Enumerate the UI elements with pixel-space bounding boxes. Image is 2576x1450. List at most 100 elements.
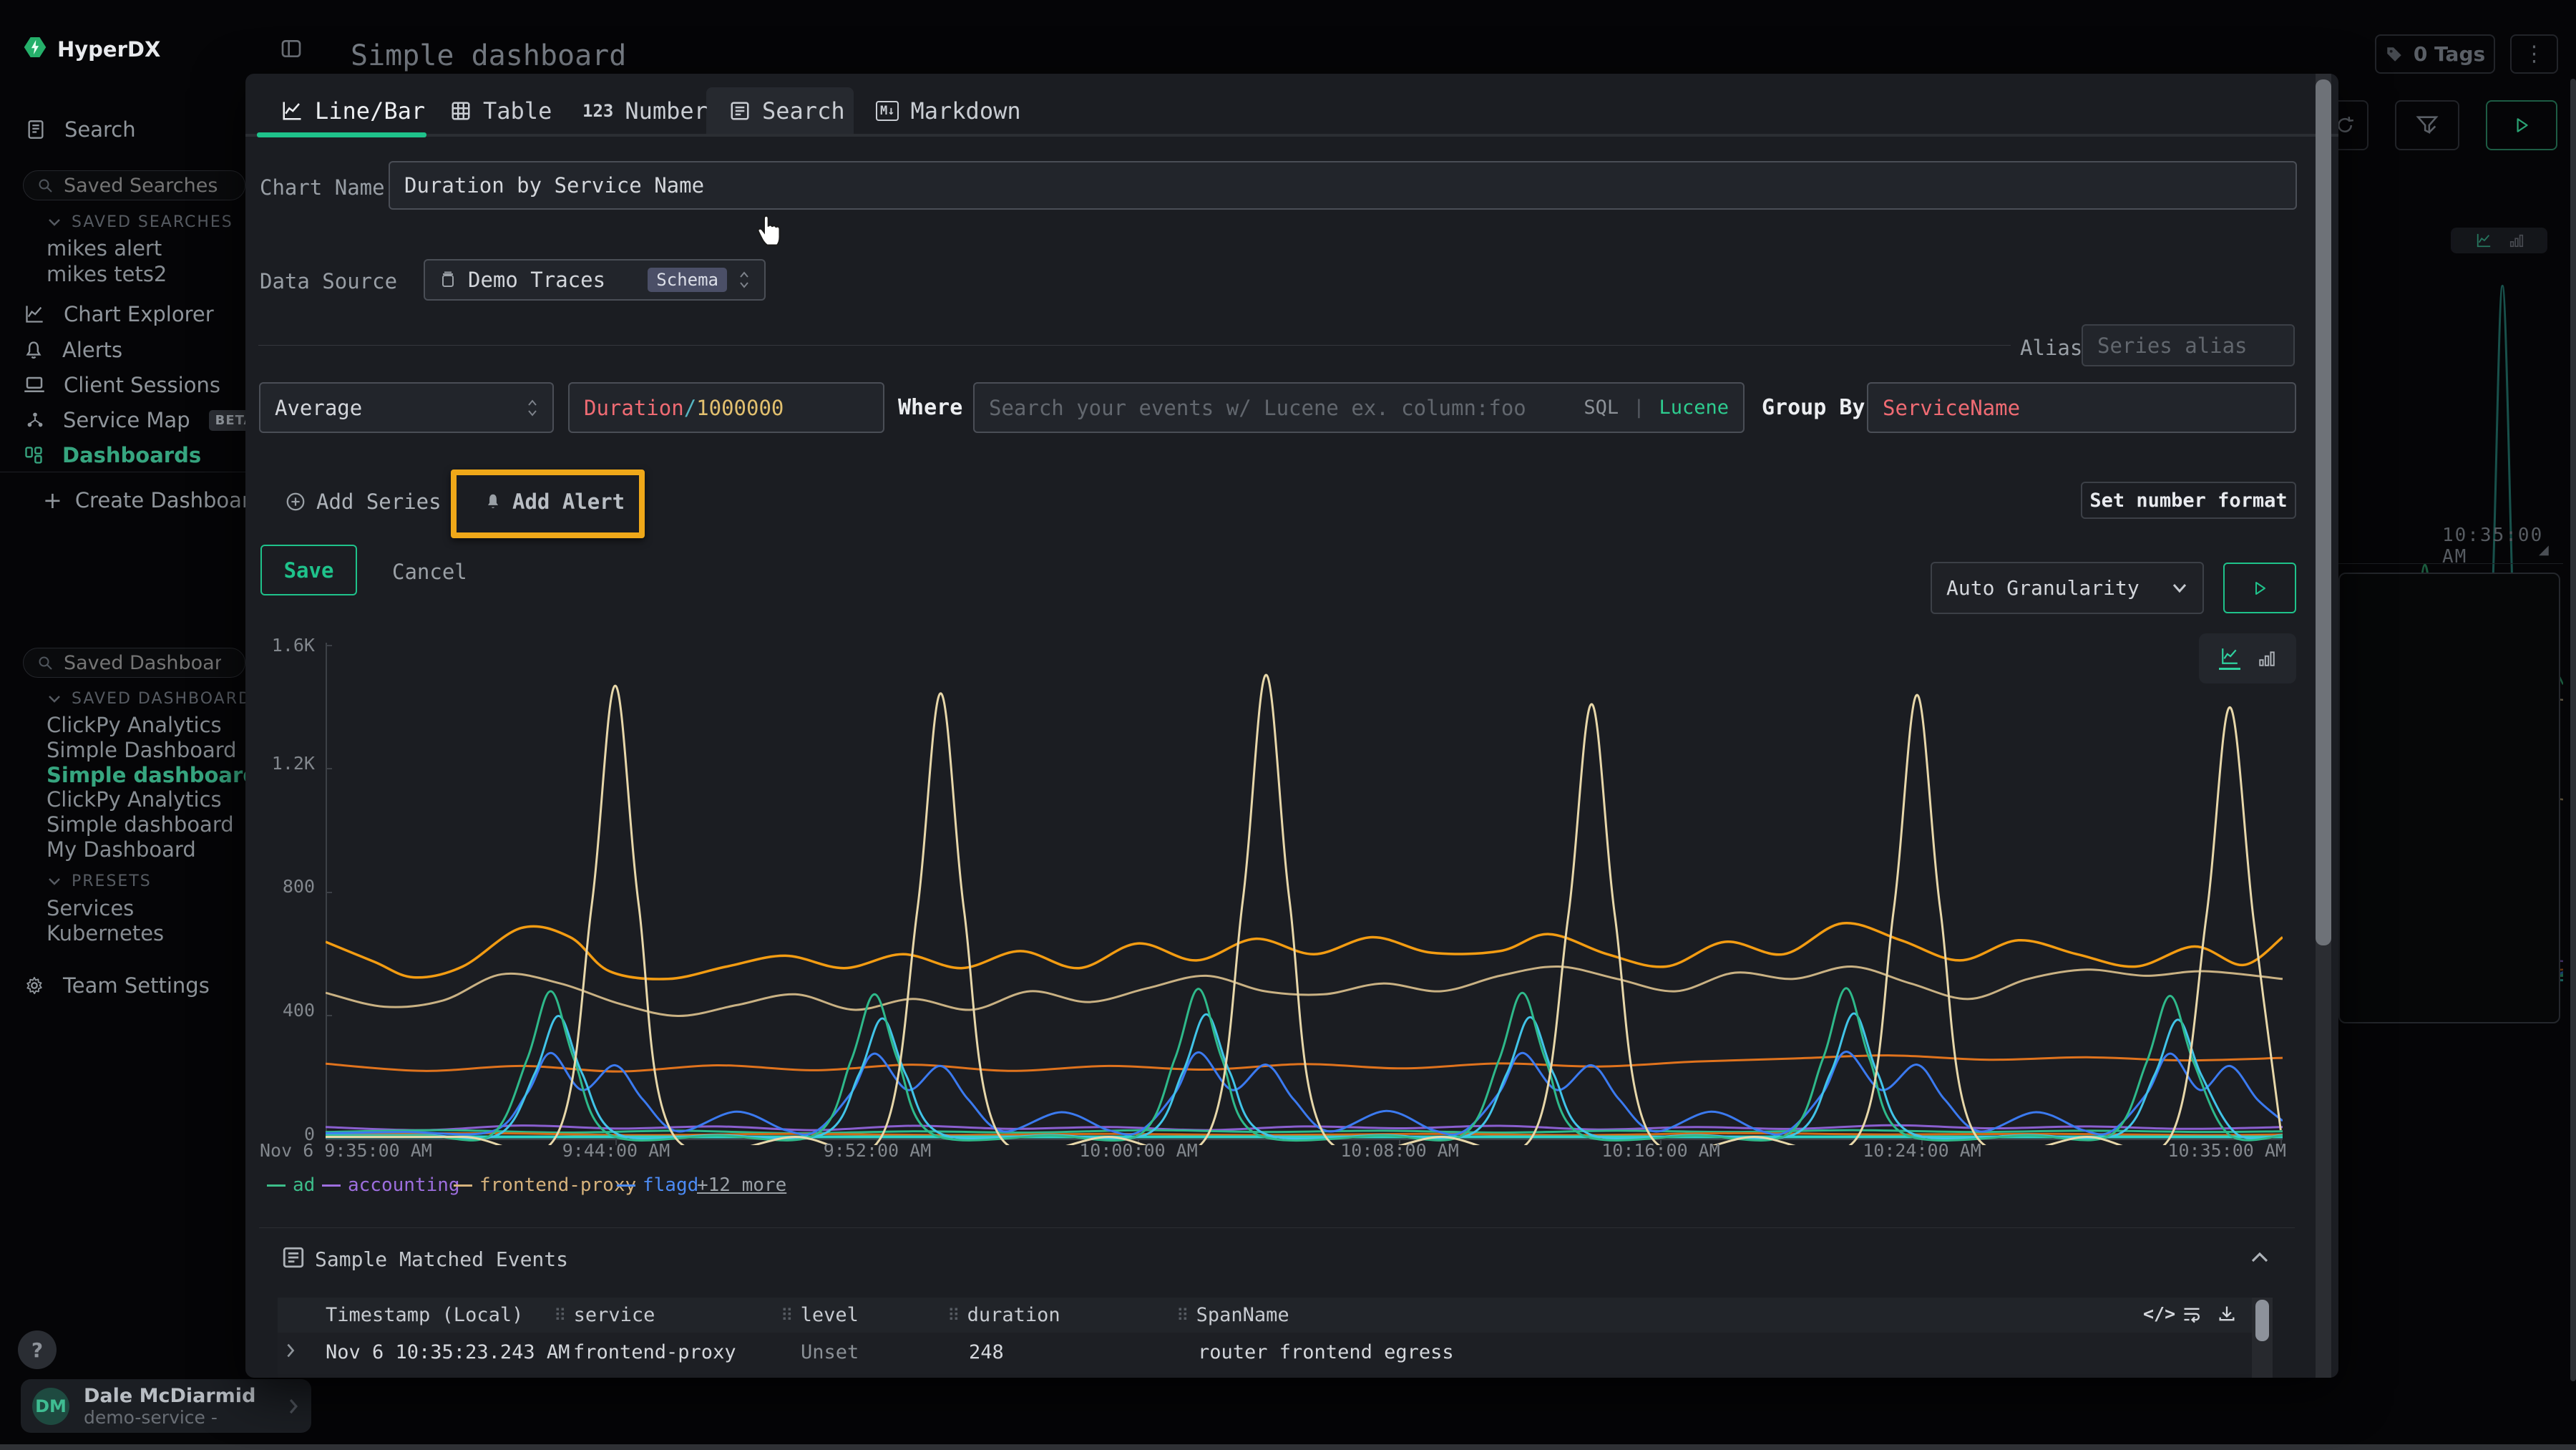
preset-item[interactable]: Services (47, 896, 134, 920)
dashboard-item[interactable]: ClickPy Analytics (47, 787, 222, 812)
add-alert-button[interactable]: Add Alert (484, 490, 625, 514)
saved-searches-header[interactable]: SAVED SEARCHES (47, 213, 233, 231)
saved-searches-input[interactable] (64, 175, 221, 197)
panel-resize-handle[interactable]: ◢ (2539, 542, 2549, 558)
legend-more-link[interactable]: +12 more (697, 1174, 786, 1196)
filter-button[interactable] (2395, 100, 2459, 150)
wrap-text-icon[interactable] (2181, 1305, 2202, 1325)
dashboard-item-active[interactable]: Simple dashboard (47, 763, 258, 787)
sql-toggle[interactable]: SQL (1584, 396, 1619, 419)
field-expression-input[interactable]: Duration/1000000 (568, 382, 884, 433)
user-panel[interactable]: DM Dale McDiarmid demo-service - (21, 1379, 311, 1433)
alias-input[interactable] (2097, 334, 2279, 358)
search-icon (36, 654, 54, 671)
more-button[interactable]: ⋮ (2510, 34, 2558, 74)
chart-name-label: Chart Name (260, 175, 385, 200)
cancel-button[interactable]: Cancel (392, 560, 467, 584)
collapse-section-icon[interactable] (2249, 1250, 2270, 1265)
col-level[interactable]: ⠿ level (781, 1304, 859, 1326)
run-chart-button[interactable] (2223, 563, 2296, 613)
sidebar-item-client-sessions[interactable]: Client Sessions (24, 373, 220, 397)
set-number-format-button[interactable]: Set number format (2081, 482, 2296, 519)
alias-input-box (2082, 324, 2295, 366)
drag-handle-icon[interactable]: ⠿ (554, 1305, 567, 1325)
col-spanname[interactable]: ⠿ SpanName (1176, 1304, 1289, 1326)
sidebar-item-label: Service Map (63, 408, 190, 432)
saved-dashboards-header[interactable]: SAVED DASHBOARDS (47, 690, 263, 708)
modal-scrollbar-thumb[interactable] (2316, 79, 2331, 945)
tab-markdown[interactable]: M↓ Markdown (876, 97, 1021, 125)
code-view-icon[interactable]: </> (2143, 1303, 2175, 1324)
data-source-select[interactable]: Demo Traces Schema (424, 259, 766, 301)
tags-button[interactable]: 0 Tags (2375, 34, 2495, 74)
sidebar-item-label: Team Settings (63, 973, 210, 998)
saved-searches-search[interactable] (23, 170, 245, 200)
saved-search-item[interactable]: mikes tets2 (47, 262, 167, 286)
database-icon (439, 271, 457, 289)
page-scrollbar[interactable] (2570, 79, 2576, 1381)
events-table-scrollbar-thumb[interactable] (2255, 1300, 2269, 1341)
preview-chart-toggle[interactable] (2451, 228, 2547, 253)
sidebar-item-label: Dashboards (62, 443, 201, 467)
number-123-icon: 123 (582, 101, 613, 121)
sidebar-item-team-settings[interactable]: Team Settings (24, 973, 210, 998)
sidebar-item-label: Alerts (62, 338, 122, 362)
sidebar-collapse-icon[interactable] (279, 37, 303, 60)
col-duration[interactable]: ⠿ duration (947, 1304, 1060, 1326)
dashboard-item[interactable]: Simple dashboard (47, 812, 234, 837)
preset-item[interactable]: Kubernetes (47, 921, 164, 945)
legend-item-flagd[interactable]: flagd (617, 1174, 698, 1196)
field-numerator: Duration (584, 396, 684, 420)
save-button[interactable]: Save (260, 545, 357, 595)
legend-item-frontend-proxy[interactable]: frontend-proxy (454, 1174, 636, 1196)
help-button[interactable]: ? (18, 1330, 57, 1369)
group-by-input[interactable]: ServiceName (1867, 382, 2296, 433)
sidebar-item-service-map[interactable]: Service Map BETA (26, 408, 260, 432)
save-label: Save (284, 558, 334, 583)
laptop-icon (24, 376, 45, 394)
drag-handle-icon[interactable]: ⠿ (1176, 1305, 1189, 1325)
tab-search[interactable]: Search (729, 97, 845, 125)
preview-x-label: 10:35:00 AM (2442, 525, 2576, 568)
sidebar-item-alerts[interactable]: Alerts (24, 338, 122, 362)
saved-search-item[interactable]: mikes alert (47, 236, 162, 261)
sidebar-item-search[interactable]: Search (26, 117, 136, 142)
granularity-select[interactable]: Auto Granularity (1931, 562, 2204, 614)
chevron-down-icon (47, 694, 62, 704)
y-tick-1200: 1.2K (263, 753, 315, 774)
run-query-button-bg[interactable] (2486, 100, 2557, 150)
user-org: demo-service - (84, 1407, 273, 1428)
legend-item-ad[interactable]: ad (267, 1174, 315, 1196)
x-tick: 10:35:00 AM (2167, 1140, 2286, 1161)
col-timestamp[interactable]: Timestamp (Local) (326, 1304, 523, 1326)
page-title[interactable]: Simple dashboard (351, 39, 626, 72)
create-dashboard-button[interactable]: + Create Dashboard (43, 487, 263, 514)
drag-handle-icon[interactable]: ⠿ (781, 1305, 794, 1325)
lucene-toggle[interactable]: Lucene (1659, 396, 1729, 419)
drag-handle-icon[interactable]: ⠿ (947, 1305, 960, 1325)
section-label: SAVED DASHBOARDS (72, 690, 263, 708)
download-icon[interactable] (2217, 1304, 2237, 1324)
col-service[interactable]: ⠿ service (554, 1304, 655, 1326)
tab-number[interactable]: 123 Number (582, 97, 708, 125)
tab-line-bar[interactable]: Line/Bar (280, 97, 425, 125)
aggregation-value: Average (275, 396, 527, 420)
duration-chart (326, 637, 2283, 1145)
sidebar-item-chart-explorer[interactable]: Chart Explorer (24, 302, 214, 326)
legend-item-accounting[interactable]: accounting (322, 1174, 460, 1196)
saved-dashboards-search[interactable] (23, 648, 245, 678)
saved-dashboards-input[interactable] (64, 652, 221, 674)
aggregation-select[interactable]: Average (259, 382, 554, 433)
sidebar-item-dashboards[interactable]: Dashboards (24, 443, 201, 467)
where-input[interactable] (989, 396, 1569, 420)
add-series-button[interactable]: Add Series (285, 490, 441, 514)
chart-name-input[interactable] (404, 173, 2281, 198)
tab-table[interactable]: Table (450, 97, 552, 125)
dashboard-item[interactable]: ClickPy Analytics (47, 713, 222, 737)
dashboard-item[interactable]: My Dashboard (47, 837, 196, 862)
search-icon (36, 177, 54, 194)
presets-header[interactable]: PRESETS (47, 872, 152, 890)
dashboard-item[interactable]: Simple Dashboard (47, 738, 237, 762)
row-expand-icon[interactable] (285, 1342, 296, 1359)
events-table-row[interactable] (278, 1374, 2253, 1378)
